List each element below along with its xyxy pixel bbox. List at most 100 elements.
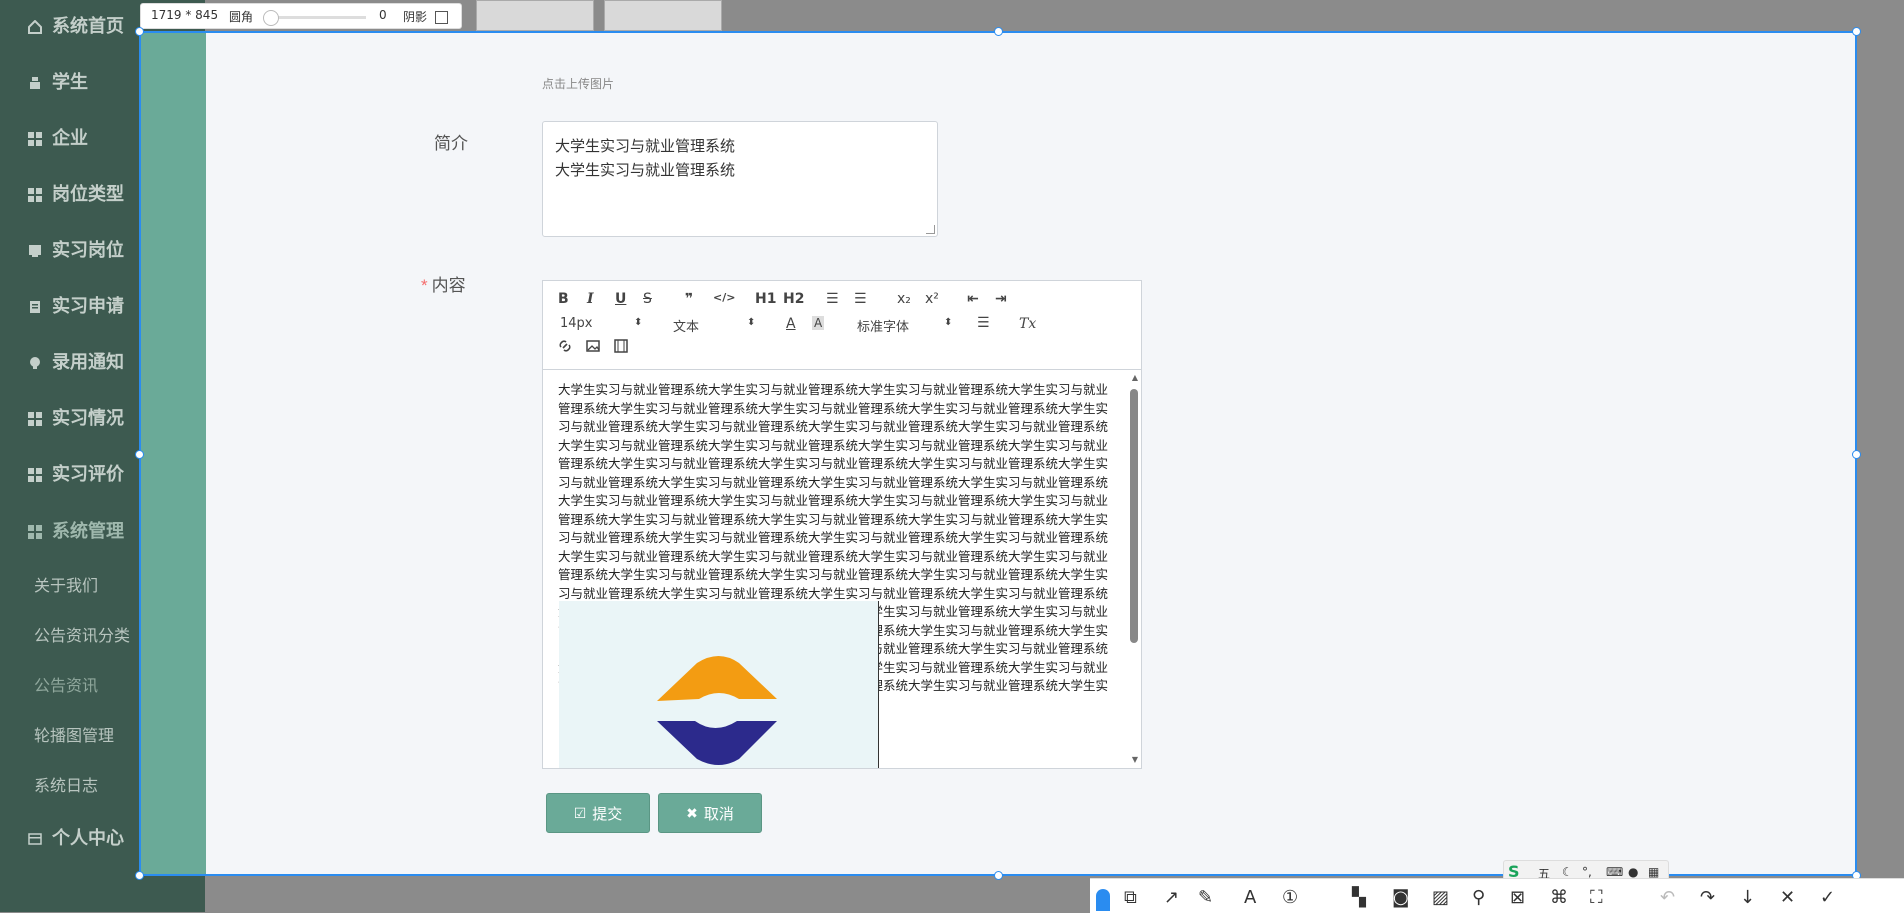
header-2-button[interactable]: H2 — [783, 291, 804, 307]
intro-line-1: 大学生实习与就业管理系统 — [555, 137, 736, 155]
sidebar-subitem-news-category[interactable]: 公告资讯分类 — [34, 622, 130, 646]
sidebar-item-label: 系统管理 — [52, 521, 124, 541]
sidebar-item-offer[interactable]: 录用通知 — [28, 346, 124, 376]
arrow-icon[interactable]: ↗ — [1164, 887, 1179, 908]
sidebar-item-internship-review[interactable]: 实习评价 — [28, 458, 124, 488]
number-icon[interactable]: ① — [1282, 887, 1298, 908]
radius-slider[interactable] — [266, 16, 366, 19]
bullet-list-button[interactable]: ☰ — [854, 291, 867, 307]
resize-handle-mr[interactable] — [1852, 450, 1861, 459]
subscript-button[interactable]: x₂ — [897, 291, 911, 307]
text-icon[interactable]: A — [1244, 887, 1256, 908]
image-cross-icon[interactable]: ⊠ — [1510, 887, 1525, 908]
grid-icon — [28, 186, 42, 202]
capture-region[interactable]: 点击上传图片 简介 大学生实习与就业管理系统 大学生实习与就业管理系统 * 内容 … — [139, 31, 1857, 876]
sidebar-subitem-news[interactable]: 公告资讯 — [34, 672, 98, 696]
image-thumbnail — [476, 0, 594, 31]
grid-icon — [28, 130, 42, 146]
sidebar-subitem-carousel[interactable]: 轮播图管理 — [34, 722, 114, 746]
indent-button[interactable]: ⇥ — [995, 291, 1007, 307]
sidebar-subitem-syslog[interactable]: 系统日志 — [34, 772, 98, 796]
confirm-icon[interactable]: ✓ — [1820, 887, 1835, 908]
font-color-icon[interactable]: A — [786, 316, 796, 332]
resize-handle-ml[interactable] — [135, 450, 144, 459]
resize-handle-tl[interactable] — [135, 27, 144, 36]
resize-handle-tm[interactable] — [994, 27, 1003, 36]
intro-textarea[interactable]: 大学生实习与就业管理系统 大学生实习与就业管理系统 — [542, 121, 938, 237]
hatch-icon[interactable]: ▨ — [1432, 887, 1449, 908]
select-arrow-icon: ⬍ — [747, 317, 756, 328]
undo-icon[interactable]: ↶ — [1660, 887, 1675, 908]
blockquote-button[interactable]: ❞ — [685, 291, 693, 307]
share-icon[interactable]: ↷ — [1700, 887, 1715, 908]
apps-icon[interactable]: ▦ — [1648, 865, 1659, 879]
form-area: 点击上传图片 简介 大学生实习与就业管理系统 大学生实习与就业管理系统 * 内容 … — [206, 33, 1855, 874]
link-icon[interactable] — [558, 339, 572, 357]
editor-content[interactable]: 大学生实习与就业管理系统大学生实习与就业管理系统大学生实习与就业管理系统大学生实… — [543, 369, 1141, 768]
color-dot-icon[interactable] — [1096, 889, 1110, 911]
close-icon[interactable]: ✕ — [1780, 887, 1795, 908]
pin-icon[interactable]: ⚲ — [1472, 887, 1485, 908]
intro-label: 简介 — [434, 134, 468, 153]
sidebar-item-student[interactable]: 学生 — [28, 66, 88, 96]
scroll-down-icon[interactable]: ▼ — [1132, 755, 1138, 764]
home-icon — [28, 18, 42, 34]
image-thumbnail-2 — [604, 0, 722, 31]
shadow-label: 阴影 — [403, 10, 428, 24]
keyboard-icon[interactable]: ⌨ — [1606, 865, 1623, 879]
pen-icon[interactable]: ✎ — [1198, 887, 1213, 908]
sidebar-item-internship-apply[interactable]: 实习申请 — [28, 290, 124, 320]
submit-label: 提交 — [592, 805, 623, 823]
font-size-select[interactable]: 14px ⬍ — [560, 316, 645, 331]
resize-handle-bl[interactable] — [135, 871, 144, 880]
font-family-select[interactable]: 标准字体 ⬍ — [857, 316, 952, 335]
download-icon[interactable]: ↓ — [1740, 887, 1755, 908]
sidebar-item-label: 学生 — [52, 72, 88, 92]
header-select[interactable]: 文本 ⬍ — [673, 316, 758, 335]
user-icon[interactable]: ● — [1628, 865, 1638, 879]
resize-handle[interactable] — [926, 225, 935, 234]
strike-button[interactable]: S — [643, 291, 652, 307]
translate-icon[interactable]: ⌘ — [1550, 887, 1568, 908]
align-icon[interactable]: ☰ — [977, 315, 990, 331]
sidebar-item-system-admin[interactable]: 系统管理 — [28, 515, 124, 545]
sidebar-item-job-type[interactable]: 岗位类型 — [28, 178, 124, 208]
sidebar-item-home[interactable]: 系统首页 — [28, 10, 124, 40]
ocr-icon[interactable]: ⛶ — [1590, 887, 1603, 908]
content-image — [559, 601, 879, 768]
sidebar-item-internship-status[interactable]: 实习情况 — [28, 402, 124, 432]
italic-button[interactable]: I — [587, 291, 594, 307]
header-1-button[interactable]: H1 — [755, 291, 776, 307]
radius-slider-handle[interactable] — [263, 10, 279, 26]
sidebar-item-company[interactable]: 企业 — [28, 122, 88, 152]
sidebar-item-internship-post[interactable]: 实习岗位 — [28, 234, 124, 264]
clear-format-button[interactable]: Tx — [1019, 316, 1036, 332]
sidebar-subitem-about[interactable]: 关于我们 — [34, 572, 98, 596]
shadow-checkbox[interactable] — [435, 11, 448, 24]
video-icon[interactable] — [614, 339, 628, 357]
rich-text-editor: B I U S ❞ </> H1 H2 ☰ ☰ x₂ x² ⇤ ⇥ 14px ⬍ — [542, 280, 1142, 769]
cancel-button[interactable]: ✖ 取消 — [658, 793, 762, 833]
background-color-icon[interactable]: A — [812, 316, 825, 330]
superscript-button[interactable]: x² — [925, 291, 939, 307]
punctuation-icon[interactable]: °, — [1582, 865, 1592, 879]
person-icon — [28, 74, 42, 89]
ordered-list-button[interactable]: ☰ — [826, 291, 839, 307]
moon-icon[interactable]: ☾ — [1562, 865, 1573, 879]
mosaic-icon[interactable]: ▚ — [1352, 887, 1366, 908]
shape-icon[interactable]: ⧉ — [1124, 887, 1137, 908]
scroll-up-icon[interactable]: ▲ — [1132, 373, 1138, 382]
code-block-button[interactable]: </> — [713, 291, 735, 304]
radius-label: 圆角 — [229, 10, 254, 24]
submit-button[interactable]: ☑ 提交 — [546, 793, 650, 833]
bold-button[interactable]: B — [558, 291, 569, 307]
blur-icon[interactable]: ◙ — [1392, 887, 1409, 908]
annotation-toolbar: ⧉ ↗ ✎ A ① ▚ ◙ ▨ ⚲ ⊠ ⌘ ⛶ ↶ ↷ ↓ ✕ ✓ — [1090, 878, 1904, 913]
underline-button[interactable]: U — [615, 291, 626, 307]
resize-handle-bm[interactable] — [994, 871, 1003, 880]
image-icon[interactable] — [586, 339, 600, 357]
outdent-button[interactable]: ⇤ — [967, 291, 979, 307]
sidebar-item-personal[interactable]: 个人中心 — [28, 822, 124, 852]
resize-handle-tr[interactable] — [1852, 27, 1861, 36]
scrollbar-thumb[interactable] — [1130, 389, 1138, 643]
